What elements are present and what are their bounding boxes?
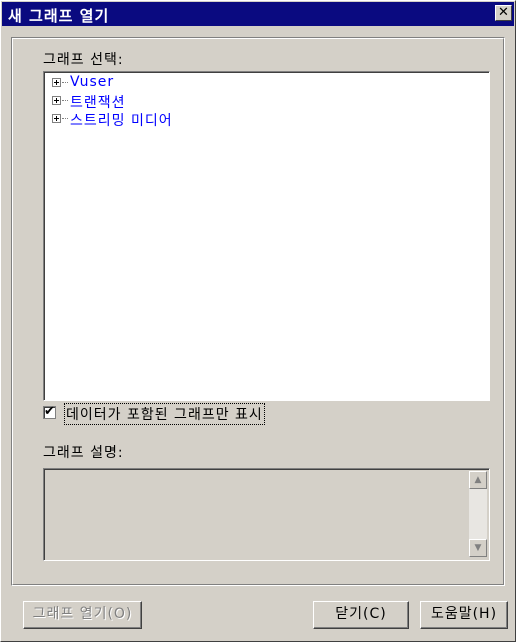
- tree-connector: [62, 82, 68, 83]
- filter-checkbox[interactable]: ✔: [43, 404, 56, 419]
- title-bar[interactable]: 새 그래프 열기 ✕: [2, 2, 514, 26]
- help-button[interactable]: 도움말(H): [420, 601, 508, 629]
- open-graph-button[interactable]: 그래프 열기(O): [23, 601, 142, 629]
- tree-connector: [62, 118, 68, 119]
- tree-connector: [62, 100, 68, 101]
- expand-icon[interactable]: [52, 114, 61, 123]
- close-button[interactable]: 닫기(C): [313, 601, 409, 629]
- graph-description-box: ▲ ▼: [43, 468, 490, 561]
- window-title: 새 그래프 열기: [8, 7, 110, 25]
- dialog-window: 새 그래프 열기 ✕ 그래프 선택: Vuser 트랜잭션 스트리밍 미디어 ✔…: [0, 0, 516, 642]
- tree-item-label[interactable]: 스트리밍 미디어: [70, 110, 173, 130]
- tree-item-label[interactable]: Vuser: [70, 74, 114, 90]
- graph-description-label: 그래프 설명:: [43, 445, 124, 461]
- tree-item-label[interactable]: 트랜잭션: [70, 92, 126, 112]
- filter-checkbox-label[interactable]: 데이터가 포함된 그래프만 표시: [64, 403, 265, 425]
- scroll-down-icon[interactable]: ▼: [469, 539, 487, 557]
- close-icon[interactable]: ✕: [495, 5, 512, 21]
- expand-icon[interactable]: [52, 96, 61, 105]
- scroll-up-icon[interactable]: ▲: [469, 471, 487, 489]
- description-scrollbar[interactable]: ▲ ▼: [469, 471, 487, 557]
- graph-select-label: 그래프 선택:: [43, 52, 124, 68]
- checkmark-icon: ✔: [44, 404, 55, 419]
- expand-icon[interactable]: [52, 78, 61, 87]
- graph-tree[interactable]: Vuser 트랜잭션 스트리밍 미디어: [43, 71, 490, 401]
